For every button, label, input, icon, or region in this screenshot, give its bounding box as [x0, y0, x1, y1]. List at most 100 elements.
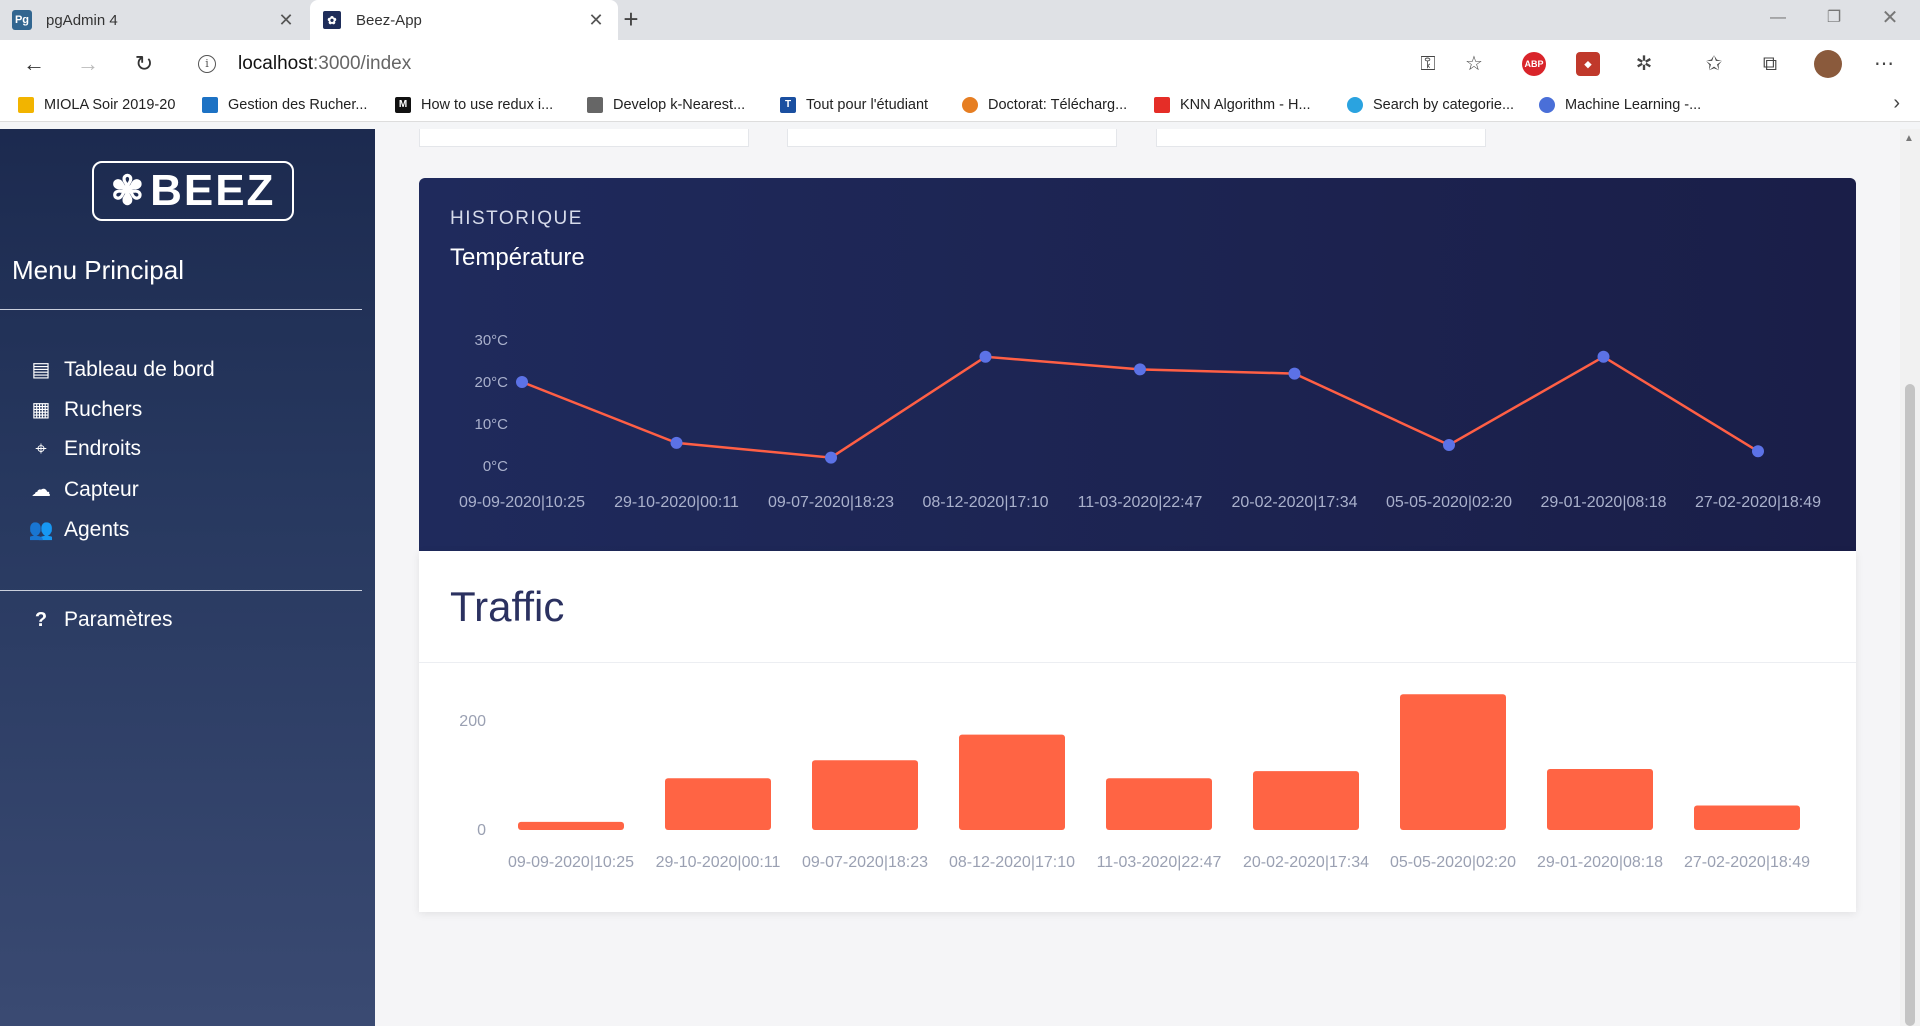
restore-icon[interactable]: ❐	[1804, 0, 1864, 36]
data-point	[1443, 439, 1455, 451]
bar	[812, 760, 918, 830]
y-tick-label: 0	[477, 822, 486, 839]
bar	[1400, 694, 1506, 830]
globe-icon	[1347, 97, 1363, 113]
back-arrow-icon[interactable]: ←	[18, 48, 50, 80]
bar	[665, 778, 771, 830]
trello-icon	[202, 97, 218, 113]
sidebar-item-ruchers[interactable]: ▦ Ruchers	[28, 397, 143, 422]
chevron-right-icon[interactable]: ›	[1893, 92, 1900, 115]
y-tick-label: 200	[459, 713, 486, 730]
sidebar: ✾ BEEZ Menu Principal ▤ Tableau de bord ▦ R…	[0, 129, 375, 1026]
minimize-icon[interactable]: —	[1748, 0, 1808, 36]
bar	[1547, 768, 1653, 830]
scroll-up-icon[interactable]: ▲	[1904, 133, 1914, 144]
url-host: localhost	[238, 53, 313, 74]
temperature-line-chart: 0°C 10°C 20°C 30°C 09-09-2020|10:25 29-10-202…	[459, 332, 1821, 511]
stat-card	[419, 129, 749, 147]
tab-beez-app[interactable]: ✿ Beez-App ✕	[310, 0, 618, 40]
x-tick-label: 08-12-2020|17:10	[949, 854, 1075, 871]
infinity-icon	[1539, 97, 1555, 113]
bookmark-item[interactable]: Develop k-Nearest...	[587, 94, 745, 116]
collections-icon[interactable]: ⧉	[1756, 50, 1784, 78]
star-icon[interactable]: ☆	[1460, 50, 1488, 78]
data-point	[1288, 367, 1301, 380]
key-icon[interactable]: ⚿	[1414, 50, 1442, 78]
beez-icon: ✿	[322, 10, 342, 30]
data-point	[1134, 363, 1146, 376]
window-close-icon[interactable]: ✕	[1860, 0, 1920, 36]
x-tick-label: 08-12-2020|17:10	[922, 494, 1048, 511]
x-tick-label: 27-02-2020|18:49	[1695, 494, 1821, 511]
beez-logo[interactable]: ✾ BEEZ	[92, 161, 294, 221]
close-icon[interactable]: ✕	[586, 10, 606, 31]
sidebar-item-agents[interactable]: 👥 Agents	[28, 517, 130, 542]
data-point	[825, 451, 837, 464]
tab-title: pgAdmin 4	[46, 11, 118, 29]
bookmark-item[interactable]: T Tout pour l'étudiant	[780, 94, 928, 116]
bar	[1694, 805, 1800, 830]
adblock-icon[interactable]: ABP	[1522, 52, 1546, 76]
x-tick-label: 29-01-2020|08:18	[1540, 494, 1666, 511]
bookmark-item[interactable]: Search by categorie...	[1347, 94, 1514, 116]
divider	[0, 309, 362, 310]
x-tick-label: 20-02-2020|17:34	[1231, 494, 1357, 511]
bookmark-item[interactable]: M How to use redux i...	[395, 94, 553, 116]
menu-title: Menu Principal	[12, 255, 184, 285]
sidebar-item-tableau-de-bord[interactable]: ▤ Tableau de bord	[28, 357, 215, 382]
extension-icon[interactable]: ◆	[1576, 52, 1600, 76]
avatar[interactable]	[1814, 50, 1842, 78]
forward-arrow-icon[interactable]: →	[72, 48, 104, 80]
x-tick-label: 09-07-2020|18:23	[802, 854, 928, 871]
bookmarks-bar: MIOLA Soir 2019-20 Gestion des Rucher...…	[0, 88, 1920, 122]
data-point	[1752, 445, 1764, 458]
bookmark-item[interactable]: MIOLA Soir 2019-20	[18, 94, 175, 116]
data-point	[979, 350, 992, 363]
historique-card: HISTORIQUE Température 0°C 10°C 20°C 30°C 09…	[419, 178, 1856, 551]
x-tick-label: 29-01-2020|08:18	[1537, 854, 1663, 871]
question-icon: ?	[34, 608, 48, 631]
bookmark-item[interactable]: KNN Algorithm - H...	[1154, 94, 1311, 116]
address-bar[interactable]: i localhost:3000/index	[180, 46, 1500, 82]
new-tab-button[interactable]: +	[616, 4, 646, 34]
data-point	[670, 436, 683, 449]
sidebar-item-endroits[interactable]: ⌖ Endroits	[28, 437, 141, 461]
favorites-icon[interactable]: ✩	[1700, 50, 1728, 78]
more-icon[interactable]: ⋯	[1870, 50, 1898, 78]
t-icon: T	[780, 97, 796, 113]
scrollbar[interactable]: ▲	[1900, 129, 1920, 1026]
sidebar-item-parametres[interactable]: ? Paramètres	[28, 608, 173, 632]
scrollbar-thumb[interactable]	[1905, 384, 1915, 1026]
medium-icon: M	[395, 97, 411, 113]
traffic-bar-chart: 0 200 09-09-2020|10:25 29-10-2020|00:11 09-0…	[459, 694, 1810, 871]
x-tick-label: 20-02-2020|17:34	[1243, 854, 1369, 871]
y-tick-label: 10°C	[474, 416, 508, 433]
boxes-icon: ▦	[31, 399, 51, 421]
bar	[959, 734, 1065, 830]
tab-pgadmin[interactable]: Pg pgAdmin 4 ✕	[0, 0, 308, 40]
url-path: :3000/index	[313, 53, 412, 74]
bug-icon[interactable]: ✲	[1630, 50, 1658, 78]
stat-card	[1156, 129, 1486, 147]
reload-icon[interactable]: ↻	[128, 48, 160, 80]
cloud-icon: ☁	[31, 479, 51, 501]
info-icon[interactable]: i	[198, 55, 216, 73]
warehouse-icon: ▤	[31, 359, 51, 381]
x-tick-label: 11-03-2020|22:47	[1097, 854, 1222, 871]
bookmark-item[interactable]: Doctorat: Télécharg...	[962, 94, 1127, 116]
bookmark-item[interactable]: Gestion des Rucher...	[202, 94, 367, 116]
close-icon[interactable]: ✕	[276, 10, 296, 31]
bar	[1106, 778, 1212, 830]
sidebar-item-capteur[interactable]: ☁ Capteur	[28, 477, 139, 502]
bookmark-item[interactable]: Machine Learning -...	[1539, 94, 1701, 116]
stat-card	[787, 129, 1117, 147]
x-tick-label: 09-09-2020|10:25	[459, 494, 585, 511]
site-icon	[587, 97, 603, 113]
classroom-icon	[18, 97, 34, 113]
map-marker-icon: ⌖	[35, 437, 47, 460]
x-tick-label: 29-10-2020|00:11	[614, 494, 739, 511]
y-tick-label: 0°C	[483, 458, 508, 475]
y-tick-label: 30°C	[474, 332, 508, 349]
data-point	[516, 376, 528, 388]
divider	[0, 590, 362, 591]
